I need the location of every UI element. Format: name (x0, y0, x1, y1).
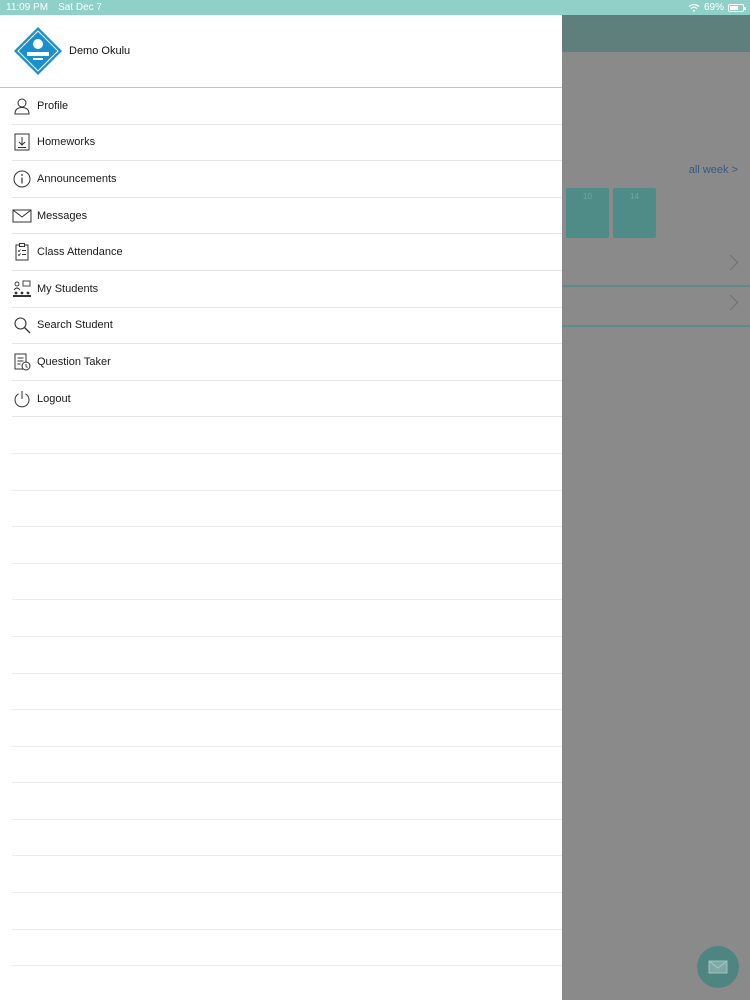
empty-row-divider (12, 491, 562, 528)
menu-item-messages[interactable]: Messages (12, 198, 562, 235)
drawer-header: Demo Okulu (0, 15, 562, 88)
status-bar: 11:09 PM Sat Dec 7 69% (0, 0, 750, 15)
menu-item-my-students[interactable]: My Students (12, 271, 562, 308)
menu-item-label: Homeworks (37, 136, 96, 149)
navigation-drawer: Demo Okulu Profile Homeworks Announcemen… (0, 15, 562, 1000)
empty-row-divider (12, 930, 562, 967)
menu-item-label: Messages (37, 209, 88, 222)
menu-item-label: Profile (37, 99, 69, 112)
chevron-right-icon (722, 294, 739, 311)
menu-item-label: Class Attendance (37, 246, 123, 259)
empty-row-divider (12, 747, 562, 784)
download-book-icon (12, 132, 32, 152)
empty-row-divider (12, 893, 562, 930)
students-icon (12, 279, 32, 299)
menu-item-label: Question Taker (37, 355, 111, 368)
background-list-row[interactable] (562, 247, 750, 287)
day-cell[interactable]: 14 (613, 188, 656, 238)
empty-row-divider (12, 454, 562, 491)
menu-item-label: Logout (37, 392, 71, 405)
envelope-icon (708, 960, 728, 974)
battery-percent: 69% (703, 2, 724, 13)
info-icon (12, 169, 32, 189)
menu-item-question-taker[interactable]: Question Taker (12, 344, 562, 381)
empty-row-divider (12, 564, 562, 601)
menu-item-label: My Students (37, 282, 99, 295)
envelope-icon (12, 206, 32, 226)
day-cell[interactable]: 10 (566, 188, 609, 238)
empty-row-divider (12, 637, 562, 674)
clipboard-checklist-icon (12, 242, 32, 262)
school-name: Demo Okulu (69, 45, 131, 57)
empty-row-divider (12, 710, 562, 747)
empty-row-divider (12, 527, 562, 564)
status-date: Sat Dec 7 (58, 2, 102, 13)
menu-item-profile[interactable]: Profile (12, 88, 562, 125)
school-logo (12, 25, 64, 77)
empty-row-divider (12, 783, 562, 820)
status-time: 11:09 PM (6, 2, 49, 13)
menu-item-label: Search Student (37, 319, 113, 332)
empty-row-divider (12, 674, 562, 711)
power-icon (12, 389, 32, 409)
menu-item-logout[interactable]: Logout (12, 381, 562, 418)
menu-item-search-student[interactable]: Search Student (12, 308, 562, 345)
empty-row-divider (12, 856, 562, 894)
empty-menu-area (0, 417, 562, 1000)
empty-row-divider (12, 966, 562, 1000)
empty-row-divider (12, 820, 562, 857)
menu-item-homeworks[interactable]: Homeworks (12, 125, 562, 162)
person-icon (12, 96, 32, 116)
menu-item-label: Announcements (37, 172, 117, 185)
empty-row-divider (12, 417, 562, 454)
wifi-icon (688, 3, 700, 12)
question-sheet-icon (12, 352, 32, 372)
message-fab-button[interactable] (697, 946, 739, 988)
search-icon (12, 315, 32, 335)
drawer-menu: Profile Homeworks Announcements Messages… (0, 88, 562, 418)
menu-item-announcements[interactable]: Announcements (12, 161, 562, 198)
chevron-right-icon (722, 254, 739, 271)
all-week-link[interactable]: all week > (689, 164, 738, 176)
background-list-row[interactable] (562, 287, 750, 327)
empty-row-divider (12, 600, 562, 637)
battery-icon (728, 3, 746, 12)
menu-item-class-attendance[interactable]: Class Attendance (12, 234, 562, 271)
